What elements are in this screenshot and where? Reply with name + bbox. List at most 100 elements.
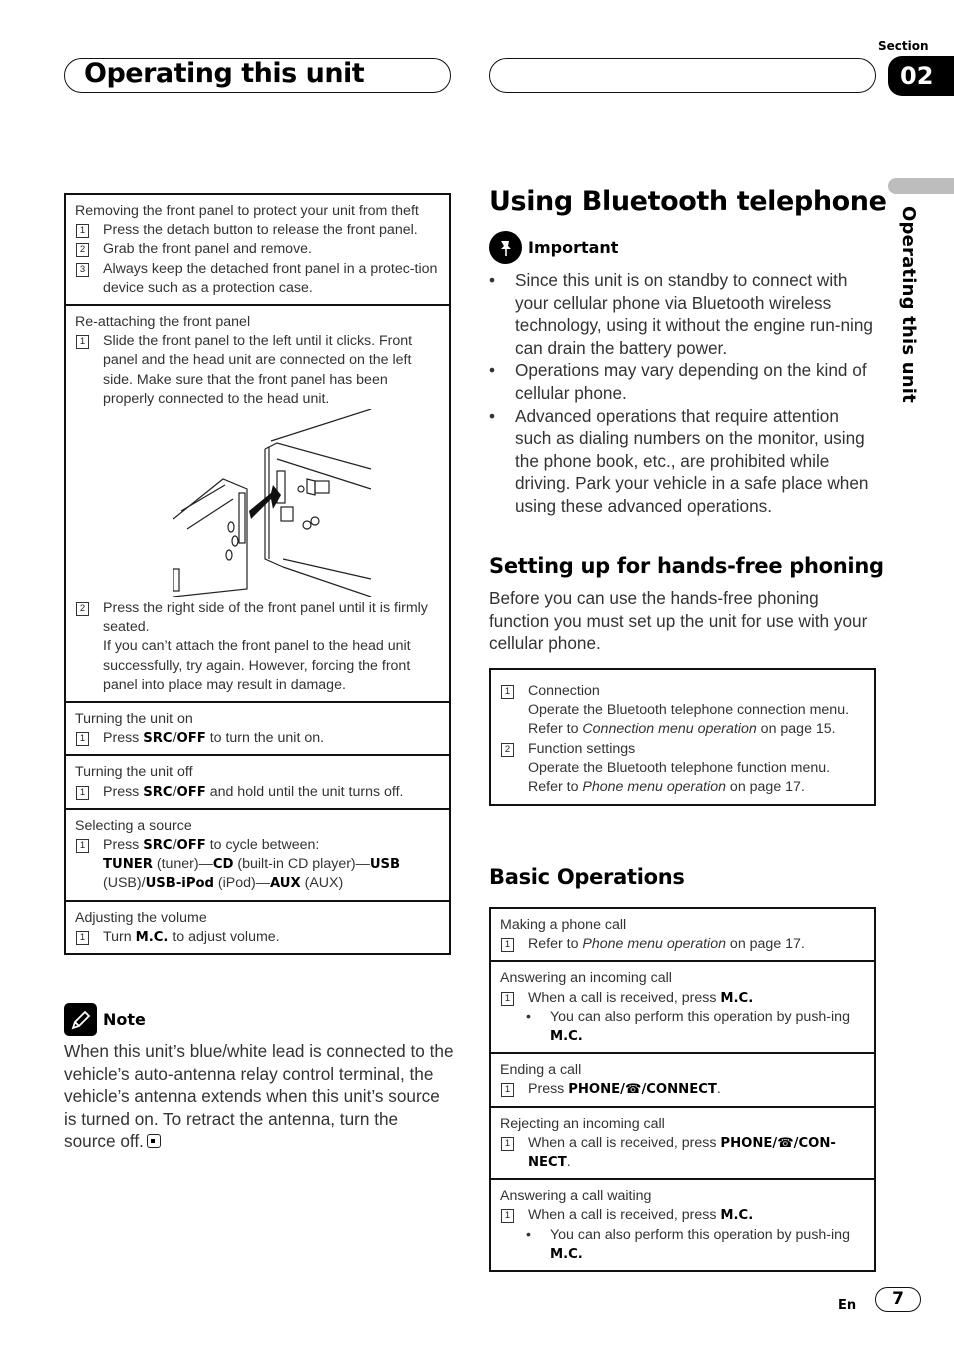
cross-reference-link[interactable]: Phone menu operation	[582, 779, 726, 795]
page-header-title: Operating this unit	[84, 58, 365, 89]
step-text: Press	[103, 783, 144, 800]
step-text: Press	[103, 730, 144, 747]
step-text: on page 17.	[725, 779, 805, 796]
section-title: Adjusting the volume	[75, 909, 207, 926]
basic-operations-heading: Basic Operations	[489, 865, 685, 889]
step-item: 1 Turn M.C. to adjust volume.	[75, 928, 440, 947]
sub-bullet: • You can also perform this operation by …	[526, 1226, 850, 1262]
step-number: 1	[501, 1136, 514, 1151]
key-mc: M.C.	[720, 990, 754, 1006]
note-body: When this unit’s blue/white lead is conn…	[64, 1041, 454, 1152]
operations-table: Removing the front panel to protect your…	[64, 193, 451, 956]
step-number: 1	[501, 1209, 514, 1224]
step-number: 1	[76, 785, 89, 800]
header-empty-pill	[489, 58, 876, 93]
pencil-icon	[64, 1003, 97, 1036]
cross-reference-link[interactable]: Connection menu operation	[582, 721, 756, 737]
sub-bullet: • You can also perform this operation by …	[526, 1008, 850, 1045]
step-number: 2	[76, 243, 89, 258]
step-text: on page 15.	[756, 721, 836, 738]
step-number: 1	[76, 335, 89, 350]
source-cd: CD	[212, 857, 234, 873]
turning-on-section: Turning the unit on 1 Press SRC/OFF to t…	[66, 701, 449, 754]
step-text: Slide the front panel to the left until …	[103, 333, 413, 407]
section-title: Turning the unit on	[75, 711, 193, 728]
step-number: 1	[501, 1083, 514, 1098]
source-desc: (tuner)—	[152, 856, 213, 873]
key-off: OFF	[176, 838, 206, 854]
step-text: Always keep the detached front panel in …	[103, 260, 438, 296]
telephone-icon: ☎	[777, 1135, 794, 1151]
key-mc: M.C.	[550, 1029, 583, 1045]
head-unit-drawing	[172, 408, 372, 598]
important-label: Important	[528, 238, 619, 257]
section-title: Answering a call waiting	[500, 1188, 652, 1205]
key-off: OFF	[176, 731, 206, 747]
removing-panel-section: Removing the front panel to protect your…	[66, 195, 449, 304]
key-connect: /CONNECT	[641, 1082, 717, 1098]
step-item: 3 Always keep the detached front panel in…	[75, 260, 440, 298]
section-label: Section	[878, 39, 929, 53]
step-text: When a call is received, press	[528, 1134, 721, 1151]
page-number: 7	[875, 1287, 921, 1312]
source-usb-ipod: USB-iPod	[145, 876, 214, 892]
note-label: Note	[103, 1010, 146, 1029]
step-text: Press	[103, 837, 144, 854]
step-text: Grab the front panel and remove.	[103, 241, 312, 258]
step-note: If you can’t attach the front panel to t…	[103, 638, 411, 693]
step-number: 1	[76, 224, 89, 239]
pushpin-icon	[489, 231, 522, 264]
sub-bullet-text: You can also perform this operation by p…	[550, 1008, 850, 1025]
handsfree-steps: 1 Connection Operate the Bluetooth teleph…	[491, 670, 874, 804]
step-item: 1 Press SRC/OFF to cycle between: TUNER …	[75, 836, 440, 894]
key-mc: M.C.	[720, 1208, 754, 1224]
step-text: Turn	[103, 928, 136, 945]
section-title: Ending a call	[500, 1062, 582, 1079]
step-item: 1 Press SRC/OFF and hold until the unit …	[75, 783, 440, 802]
source-desc: (iPod)—	[213, 875, 270, 892]
step-item: 1 Connection Operate the Bluetooth teleph…	[500, 682, 865, 740]
source-tuner: TUNER	[103, 857, 153, 873]
answering-call-section: Answering an incoming call 1 When a call…	[491, 960, 874, 1052]
note-heading: Note	[64, 1003, 146, 1036]
bullet-text: Since this unit is on standby to connect…	[515, 270, 873, 358]
step-text: to cycle between:	[205, 837, 320, 854]
step-number: 1	[501, 938, 514, 953]
bullet-text: Operations may vary depending on the kin…	[515, 360, 867, 403]
handsfree-heading: Setting up for hands-free phoning	[489, 554, 884, 578]
step-text: When a call is received, press	[528, 1207, 721, 1224]
step-number: 2	[501, 742, 514, 757]
step-item: 1 Slide the front panel to the left until…	[75, 332, 440, 409]
note-text: When this unit’s blue/white lead is conn…	[64, 1040, 454, 1153]
important-heading: Important	[489, 231, 618, 264]
step-text: on page 17.	[725, 936, 805, 953]
telephone-icon: ☎	[625, 1082, 642, 1098]
cross-reference-link[interactable]: Phone menu operation	[582, 936, 726, 952]
bullet-item: • Operations may vary depending on the ki…	[489, 359, 879, 404]
step-title: Function settings	[528, 740, 636, 757]
ending-call-section: Ending a call 1 Press PHONE/☎/CONNECT.	[491, 1052, 874, 1105]
bullet-item: • Since this unit is on standby to connec…	[489, 269, 879, 359]
bullet-text: Advanced operations that require attenti…	[515, 405, 869, 516]
handsfree-steps-box: 1 Connection Operate the Bluetooth teleph…	[489, 668, 876, 807]
step-item: 1 Press PHONE/☎/CONNECT.	[500, 1080, 865, 1099]
step-title: Connection	[528, 683, 600, 699]
step-item: 1 When a call is received, press M.C.	[500, 989, 865, 1008]
step-text: Press the right side of the front panel …	[103, 600, 428, 636]
handsfree-intro: Before you can use the hands-free phonin…	[489, 588, 868, 654]
step-text: .	[566, 1154, 571, 1171]
step-text: to turn the unit on.	[205, 730, 325, 747]
section-title: Selecting a source	[75, 817, 192, 834]
volume-section: Adjusting the volume 1 Turn M.C. to adju…	[66, 899, 449, 953]
reattaching-panel-section: Re-attaching the front panel 1 Slide the …	[66, 304, 449, 701]
making-call-section: Making a phone call 1 Refer to Phone men…	[491, 909, 874, 960]
key-src: SRC	[143, 838, 173, 854]
section-title: Re-attaching the front panel	[75, 314, 251, 331]
step-number: 1	[76, 839, 89, 854]
section-title: Making a phone call	[500, 917, 627, 933]
end-of-section-icon	[146, 1134, 161, 1149]
source-desc: (USB)/	[103, 875, 146, 892]
step-text: and hold until the unit turns off.	[205, 783, 404, 800]
section-title: Turning the unit off	[75, 764, 193, 781]
source-usb: USB	[369, 857, 401, 873]
